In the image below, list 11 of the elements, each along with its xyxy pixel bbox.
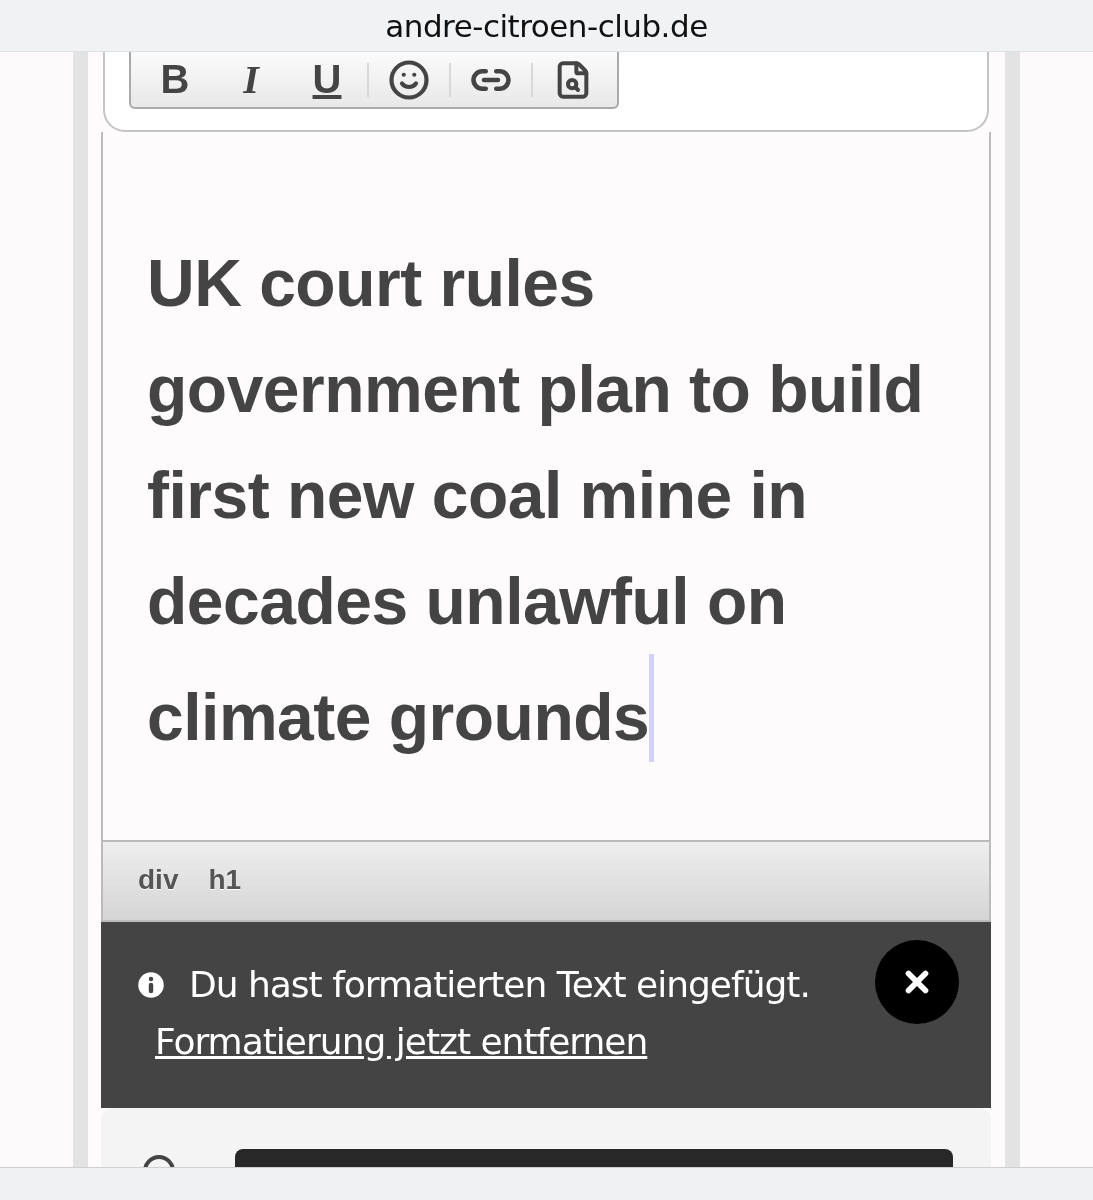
italic-button[interactable]: I bbox=[213, 56, 289, 103]
path-item[interactable]: div bbox=[138, 864, 179, 896]
bold-button[interactable]: B bbox=[137, 56, 213, 103]
url-text: andre-citroen-club.de bbox=[385, 7, 708, 44]
remove-formatting-link[interactable]: Formatierung jetzt entfernen bbox=[155, 1021, 810, 1062]
address-bar[interactable]: andre-citroen-club.de bbox=[0, 0, 1093, 52]
smiley-icon bbox=[388, 58, 430, 101]
underline-button[interactable]: U bbox=[289, 56, 365, 103]
path-item[interactable]: h1 bbox=[208, 864, 242, 896]
notice-message: Du hast formatierten Text eingefügt. bbox=[189, 964, 810, 1005]
heading-text: UK court rules government plan to build first new coal mine in decades unlawful on climate grounds bbox=[147, 230, 957, 770]
